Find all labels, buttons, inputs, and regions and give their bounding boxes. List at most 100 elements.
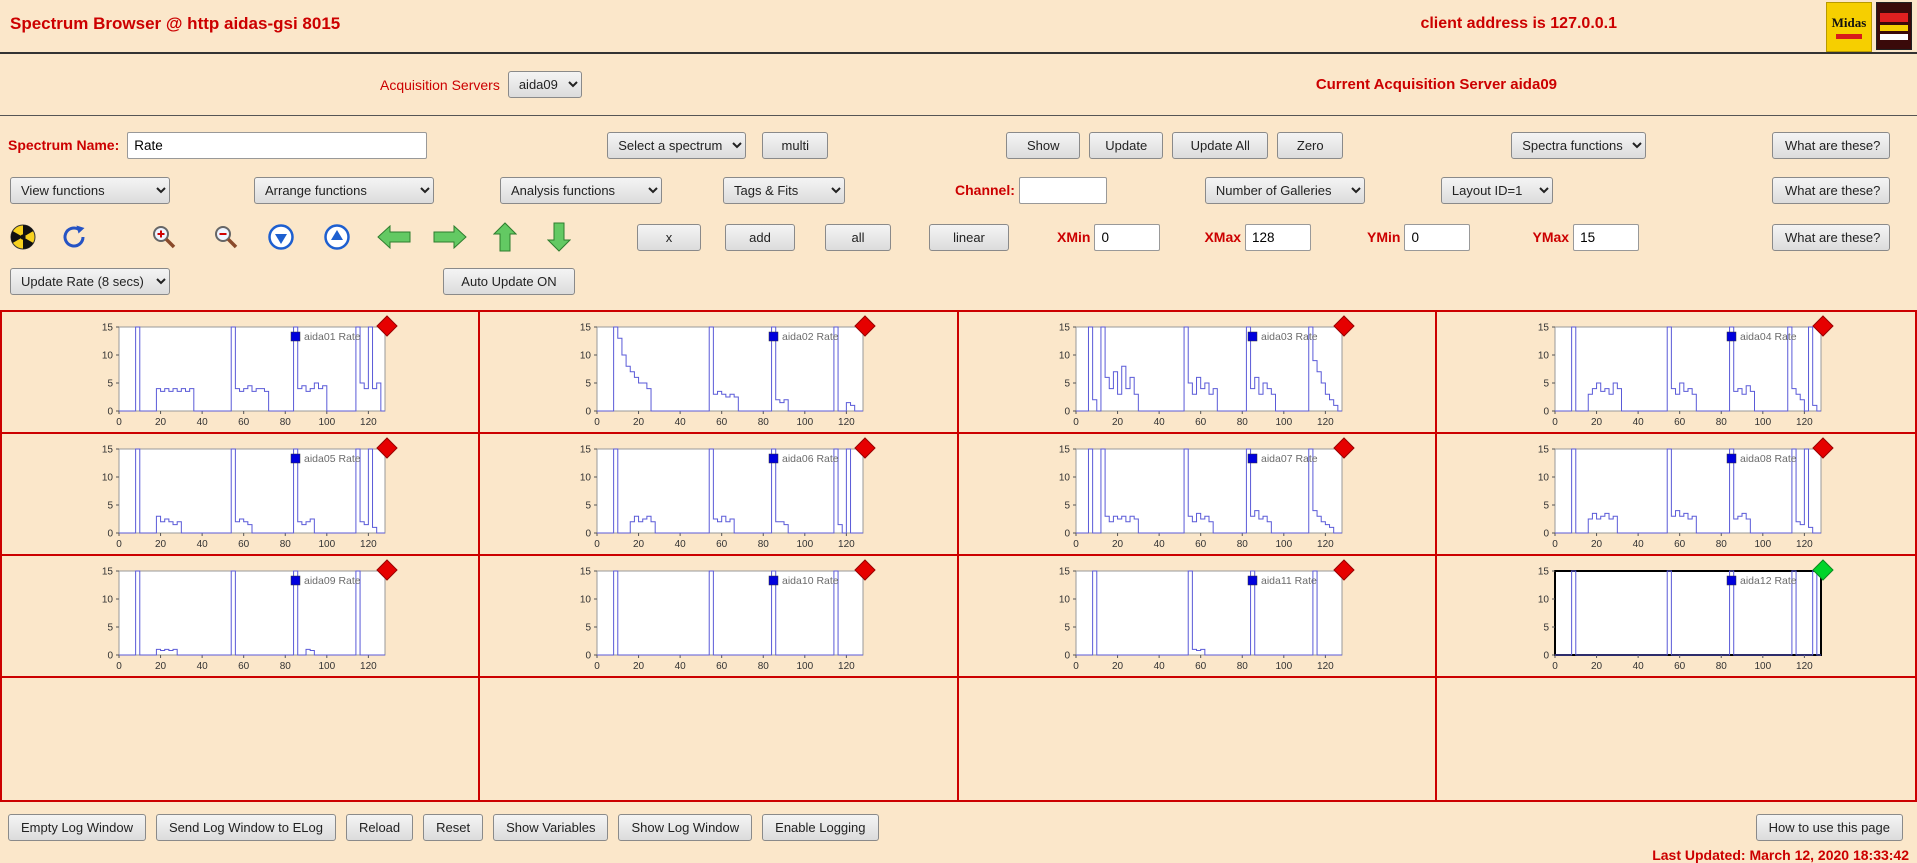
refresh-icon[interactable] [61, 224, 87, 250]
what-are-these-button-functions[interactable]: What are these? [1772, 176, 1890, 204]
enable-logging-button[interactable]: Enable Logging [762, 814, 879, 841]
y-tick-label: 15 [1059, 567, 1071, 578]
number-of-galleries-dropdown[interactable]: Number of Galleries [1204, 176, 1365, 204]
update-row: Update Rate (8 secs) Auto Update ON [0, 266, 1917, 296]
y-tick-label: 0 [1064, 407, 1070, 418]
channel-input[interactable] [1018, 176, 1107, 204]
y-tick-label: 15 [102, 323, 114, 334]
update-rate-dropdown[interactable]: Update Rate (8 secs) [10, 267, 170, 295]
update-all-button[interactable]: Update All [1172, 131, 1269, 159]
current-server-text: Current Acquisition Server aida09 [1315, 76, 1557, 93]
x-tick-label: 40 [675, 539, 687, 550]
legend-label: aida07 Rate [1261, 453, 1318, 465]
update-button[interactable]: Update [1089, 131, 1164, 159]
xmin-input[interactable] [1094, 223, 1161, 251]
spectrum-panel-aida01[interactable]: 0 5 10 15 0 20 40 60 80 100 120 aida01 Rate [2, 312, 481, 434]
legend-label: aida09 Rate [304, 575, 361, 587]
spectrum-panel-aida11[interactable]: 0 5 10 15 0 20 40 60 80 100 120 aida11 Rate [958, 556, 1437, 678]
pan-up-icon[interactable] [493, 222, 517, 252]
y-tick-label: 0 [108, 651, 114, 662]
ymax-input[interactable] [1573, 223, 1640, 251]
x-tick-label: 60 [1195, 539, 1207, 550]
spectrum-panel-aida09[interactable]: 0 5 10 15 0 20 40 60 80 100 120 aida09 Rate [2, 556, 481, 678]
pan-right-icon[interactable] [433, 225, 467, 249]
x-button[interactable]: x [637, 223, 701, 251]
gallery-grid: 0 5 10 15 0 20 40 60 80 100 120 aida01 Rate 0 5 10 15 0 2… [0, 310, 1917, 802]
x-tick-label: 60 [717, 417, 729, 428]
reset-button[interactable]: Reset [423, 814, 484, 841]
spectrum-panel-aida05[interactable]: 0 5 10 15 0 20 40 60 80 100 120 aida05 Rate [2, 434, 481, 556]
shift-down-icon[interactable] [268, 224, 294, 250]
x-tick-label: 0 [1552, 661, 1558, 672]
spectrum-panel-aida02[interactable]: 0 5 10 15 0 20 40 60 80 100 120 aida02 Rate [480, 312, 959, 434]
spectrum-panel-aida03[interactable]: 0 5 10 15 0 20 40 60 80 100 120 aida03 Rate [958, 312, 1437, 434]
zero-button[interactable]: Zero [1277, 131, 1344, 159]
view-functions-dropdown[interactable]: View functions [10, 176, 170, 204]
spectrum-panel-aida08[interactable]: 0 5 10 15 0 20 40 60 80 100 120 aida08 Rate [1436, 434, 1915, 556]
auto-update-button[interactable]: Auto Update ON [443, 267, 575, 295]
y-tick-label: 10 [1538, 473, 1550, 484]
x-tick-label: 120 [360, 539, 377, 550]
radiation-icon[interactable] [10, 224, 36, 250]
pan-down-icon[interactable] [547, 222, 571, 252]
x-tick-label: 40 [675, 661, 687, 672]
y-tick-label: 5 [108, 501, 114, 512]
x-tick-label: 80 [758, 417, 770, 428]
spectrum-name-input[interactable] [127, 131, 428, 159]
add-button[interactable]: add [725, 223, 795, 251]
x-tick-label: 20 [155, 417, 167, 428]
chart-aida02: 0 5 10 15 0 20 40 60 80 100 120 aida02 Rate [580, 315, 877, 428]
facility-logo[interactable] [1876, 2, 1912, 50]
xmin-label: XMin [1057, 229, 1091, 245]
analysis-functions-dropdown[interactable]: Analysis functions [500, 176, 662, 204]
show-log-window-button[interactable]: Show Log Window [618, 814, 753, 841]
xmax-input[interactable] [1245, 223, 1312, 251]
spectrum-panel-aida04[interactable]: 0 5 10 15 0 20 40 60 80 100 120 aida04 Rate [1436, 312, 1915, 434]
zoom-out-icon[interactable] [213, 224, 241, 250]
legend-label: aida06 Rate [782, 453, 839, 465]
x-tick-label: 0 [1552, 539, 1558, 550]
what-are-these-button-spectrum[interactable]: What are these? [1772, 131, 1890, 159]
zoom-in-icon[interactable] [151, 224, 179, 250]
x-tick-label: 100 [797, 417, 814, 428]
select-spectrum-dropdown[interactable]: Select a spectrum [607, 131, 747, 159]
how-to-use-button[interactable]: How to use this page [1755, 814, 1903, 841]
empty-panel [2, 678, 481, 800]
acq-server-select[interactable]: aida09 [507, 71, 582, 98]
show-variables-button[interactable]: Show Variables [493, 814, 609, 841]
reload-button[interactable]: Reload [345, 814, 414, 841]
x-tick-label: 60 [1674, 417, 1686, 428]
spectrum-name-label: Spectrum Name: [8, 137, 120, 153]
y-tick-label: 15 [1538, 445, 1550, 456]
x-tick-label: 100 [319, 661, 336, 672]
tags-fits-dropdown[interactable]: Tags & Fits [723, 176, 845, 204]
spectrum-panel-aida12[interactable]: 0 5 10 15 0 20 40 60 80 100 120 aida12 Rate [1436, 556, 1915, 678]
x-tick-label: 80 [280, 661, 292, 672]
spectrum-panel-aida07[interactable]: 0 5 10 15 0 20 40 60 80 100 120 aida07 Rate [958, 434, 1437, 556]
send-log-to-elog-button[interactable]: Send Log Window to ELog [156, 814, 336, 841]
x-tick-label: 0 [116, 417, 122, 428]
show-button[interactable]: Show [1006, 131, 1081, 159]
what-are-these-button-zoom[interactable]: What are these? [1772, 223, 1890, 251]
spectrum-panel-aida06[interactable]: 0 5 10 15 0 20 40 60 80 100 120 aida06 Rate [480, 434, 959, 556]
linear-button[interactable]: linear [929, 223, 1009, 251]
x-tick-label: 80 [1236, 661, 1248, 672]
spectra-functions-dropdown[interactable]: Spectra functions [1511, 131, 1647, 159]
spectrum-panel-aida10[interactable]: 0 5 10 15 0 20 40 60 80 100 120 aida10 Rate [480, 556, 959, 678]
y-tick-label: 15 [1059, 323, 1071, 334]
y-tick-label: 0 [586, 529, 592, 540]
layout-id-dropdown[interactable]: Layout ID=1 [1440, 176, 1553, 204]
multi-button[interactable]: multi [762, 131, 829, 159]
legend-label: aida02 Rate [782, 331, 839, 343]
legend-marker [290, 331, 301, 342]
x-tick-label: 20 [155, 539, 167, 550]
arrange-functions-dropdown[interactable]: Arrange functions [254, 176, 434, 204]
all-button[interactable]: all [825, 223, 891, 251]
ymin-input[interactable] [1404, 223, 1471, 251]
pan-left-icon[interactable] [377, 225, 411, 249]
midas-logo[interactable]: Midas [1826, 2, 1872, 52]
shift-up-icon[interactable] [324, 224, 350, 250]
y-tick-label: 15 [580, 445, 592, 456]
acquisition-server-row: Acquisition Servers aida09 Current Acqui… [0, 54, 1917, 116]
empty-log-window-button[interactable]: Empty Log Window [8, 814, 146, 841]
